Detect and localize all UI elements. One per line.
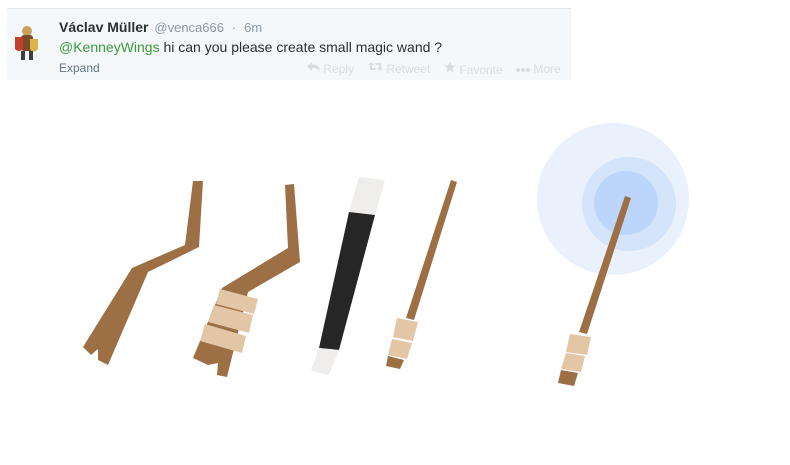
wand-black-white — [311, 177, 385, 375]
wand-illustrations — [83, 123, 689, 386]
wand-glowing — [537, 123, 689, 386]
wand-thin-wrapped — [386, 180, 457, 369]
wand-bent-wrapped — [193, 184, 300, 377]
wand-bent-stick — [83, 181, 203, 365]
